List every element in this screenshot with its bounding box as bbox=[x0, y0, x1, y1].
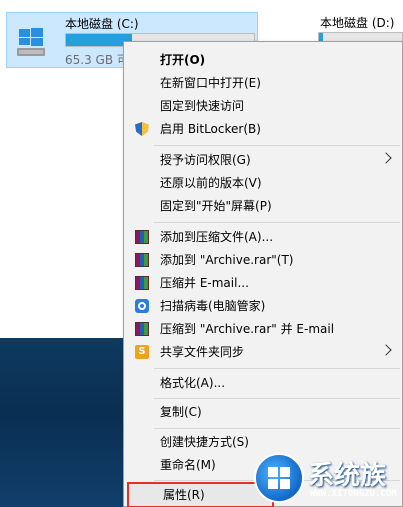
menu-item-compress-email[interactable]: 压缩并 E-mail... bbox=[126, 272, 400, 294]
windows-drive-icon bbox=[17, 28, 45, 56]
menu-item-label: 复制(C) bbox=[160, 405, 202, 419]
menu-item-compress-rar-email[interactable]: 压缩到 "Archive.rar" 并 E-mail bbox=[126, 318, 400, 340]
menu-item-pin-start[interactable]: 固定到"开始"屏幕(P) bbox=[126, 195, 400, 217]
chevron-right-icon bbox=[380, 152, 392, 164]
menu-separator bbox=[154, 398, 400, 399]
menu-item-pin-quick-access[interactable]: 固定到快速访问 bbox=[126, 95, 400, 117]
menu-item-create-shortcut[interactable]: 创建快捷方式(S) bbox=[126, 431, 400, 453]
watermark-title: 系统族 bbox=[308, 461, 387, 491]
chevron-right-icon bbox=[380, 344, 392, 356]
winrar-icon bbox=[135, 322, 149, 336]
pc-manager-icon bbox=[135, 299, 149, 313]
menu-item-label: 固定到"开始"屏幕(P) bbox=[160, 199, 272, 213]
menu-item-scan-virus[interactable]: 扫描病毒(电脑管家) bbox=[126, 295, 400, 317]
winrar-icon bbox=[135, 230, 149, 244]
menu-item-label: 扫描病毒(电脑管家) bbox=[160, 299, 266, 313]
menu-item-label: 共享文件夹同步 bbox=[160, 345, 245, 359]
menu-item-properties[interactable]: 属性(R) bbox=[127, 482, 274, 507]
winrar-icon bbox=[135, 253, 149, 267]
menu-item-label: 格式化(A)... bbox=[160, 376, 226, 390]
winrar-icon bbox=[135, 276, 149, 290]
windows-logo-icon bbox=[254, 453, 304, 503]
menu-separator bbox=[154, 222, 400, 223]
menu-item-shared-folder-sync[interactable]: S 共享文件夹同步 bbox=[126, 341, 400, 363]
menu-item-label: 还原以前的版本(V) bbox=[160, 176, 262, 190]
menu-item-open-new-window[interactable]: 在新窗口中打开(E) bbox=[126, 72, 400, 94]
menu-item-format[interactable]: 格式化(A)... bbox=[126, 372, 400, 394]
menu-item-label: 压缩到 "Archive.rar" 并 E-mail bbox=[160, 322, 335, 336]
menu-item-label: 在新窗口中打开(E) bbox=[160, 76, 261, 90]
menu-item-label: 压缩并 E-mail... bbox=[160, 276, 249, 290]
menu-item-add-to-archive[interactable]: 添加到压缩文件(A)... bbox=[126, 226, 400, 248]
menu-item-copy[interactable]: 复制(C) bbox=[126, 401, 400, 423]
menu-item-label: 固定到快速访问 bbox=[160, 99, 245, 113]
context-menu: 打开(O) 在新窗口中打开(E) 固定到快速访问 启用 BitLocker(B)… bbox=[123, 41, 403, 507]
menu-item-label: 重命名(M) bbox=[160, 458, 216, 472]
menu-item-label: 授予访问权限(G) bbox=[160, 153, 251, 167]
menu-item-add-to-archive-rar[interactable]: 添加到 "Archive.rar"(T) bbox=[126, 249, 400, 271]
sync-icon: S bbox=[135, 345, 149, 359]
watermark-url: WWW.XITONGZU.COM bbox=[310, 489, 397, 499]
menu-item-open[interactable]: 打开(O) bbox=[126, 49, 400, 71]
menu-item-bitlocker[interactable]: 启用 BitLocker(B) bbox=[126, 118, 400, 140]
menu-item-label: 创建快捷方式(S) bbox=[160, 435, 249, 449]
menu-item-label: 启用 BitLocker(B) bbox=[160, 122, 261, 136]
menu-item-label: 添加到压缩文件(A)... bbox=[160, 230, 274, 244]
menu-item-grant-access[interactable]: 授予访问权限(G) bbox=[126, 149, 400, 171]
menu-separator bbox=[154, 428, 400, 429]
menu-separator bbox=[154, 145, 400, 146]
menu-item-label: 添加到 "Archive.rar"(T) bbox=[160, 253, 294, 267]
menu-item-label: 打开(O) bbox=[160, 53, 206, 67]
drive-c-free-space: 65.3 GB 可 bbox=[65, 53, 129, 67]
menu-item-label: 属性(R) bbox=[163, 488, 205, 502]
menu-separator bbox=[154, 368, 400, 369]
drive-c-name: 本地磁盘 (C:) bbox=[65, 17, 139, 31]
watermark: 系统族 WWW.XITONGZU.COM bbox=[252, 451, 403, 507]
shield-icon bbox=[135, 122, 149, 136]
menu-item-restore-versions[interactable]: 还原以前的版本(V) bbox=[126, 172, 400, 194]
drive-d-name: 本地磁盘 (D:) bbox=[320, 16, 395, 30]
